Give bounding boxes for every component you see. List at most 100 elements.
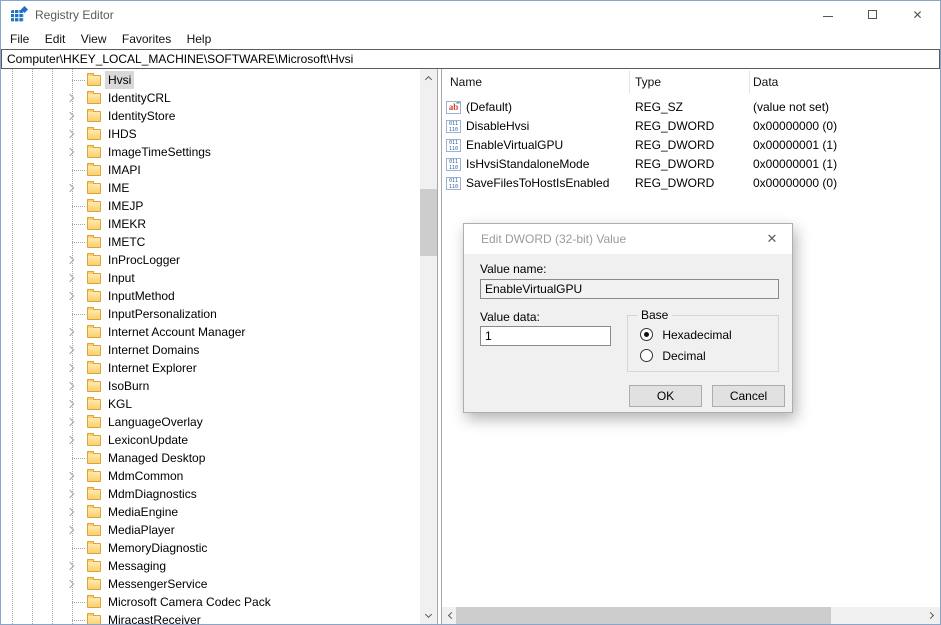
scroll-up-button[interactable] [420,69,437,86]
tree-item[interactable]: Messaging [1,557,420,575]
expand-chevron-icon[interactable] [66,490,74,498]
tree-item-label: MdmCommon [105,467,186,485]
dword-value-icon: 011110 [446,120,461,133]
expand-chevron-icon[interactable] [66,472,74,480]
expand-chevron-icon[interactable] [66,130,74,138]
column-header-type[interactable]: Type [635,69,661,95]
value-name-input[interactable]: EnableVirtualGPU [480,279,779,299]
ok-button[interactable]: OK [629,385,702,407]
tree-connector-line [72,170,85,171]
expand-chevron-icon[interactable] [66,274,74,282]
tree-item[interactable]: IHDS [1,125,420,143]
tree-item[interactable]: IMEKR [1,215,420,233]
expand-chevron-icon[interactable] [66,328,74,336]
tree-item[interactable]: IdentityStore [1,107,420,125]
tree-item[interactable]: MdmCommon [1,467,420,485]
tree-item[interactable]: MessengerService [1,575,420,593]
menu-item-view[interactable]: View [75,29,113,49]
tree-item[interactable]: Microsoft Camera Codec Pack [1,593,420,611]
tree-item[interactable]: ImageTimeSettings [1,143,420,161]
column-separator[interactable] [749,71,750,93]
expand-chevron-icon[interactable] [66,562,74,570]
tree-item[interactable]: Internet Domains [1,341,420,359]
tree-item[interactable]: MdmDiagnostics [1,485,420,503]
tree-item[interactable]: IMETC [1,233,420,251]
close-button[interactable]: ✕ [895,1,940,29]
value-row[interactable]: 011110EnableVirtualGPUREG_DWORD0x0000000… [442,136,940,155]
folder-icon [87,435,101,446]
tree-item[interactable]: MediaEngine [1,503,420,521]
value-row[interactable]: ab(Default)REG_SZ(value not set) [442,98,940,117]
tree-item[interactable]: InputMethod [1,287,420,305]
dialog-close-button[interactable]: ✕ [752,224,792,254]
tree-item[interactable]: IME [1,179,420,197]
tree-item[interactable]: Managed Desktop [1,449,420,467]
tree-item-label: Internet Explorer [105,359,200,377]
tree-item[interactable]: MediaPlayer [1,521,420,539]
tree-item-label: LanguageOverlay [105,413,206,431]
tree-item[interactable]: IMEJP [1,197,420,215]
tree-item[interactable]: Internet Explorer [1,359,420,377]
expand-chevron-icon[interactable] [66,346,74,354]
cancel-button[interactable]: Cancel [712,385,785,407]
expand-chevron-icon[interactable] [66,292,74,300]
tree-item[interactable]: Hvsi [1,71,420,89]
radio-hexadecimal[interactable]: Hexadecimal [640,327,732,341]
tree-item[interactable]: IsoBurn [1,377,420,395]
expand-chevron-icon[interactable] [66,148,74,156]
tree-vertical-scrollbar[interactable] [420,69,437,624]
tree-item-label: IMEKR [105,215,149,233]
tree-item[interactable]: LexiconUpdate [1,431,420,449]
expand-chevron-icon[interactable] [66,508,74,516]
tree-item[interactable]: InProcLogger [1,251,420,269]
column-separator[interactable] [629,71,630,93]
expand-chevron-icon[interactable] [66,94,74,102]
menu-item-edit[interactable]: Edit [39,29,72,49]
value-row[interactable]: 011110DisableHvsiREG_DWORD0x00000000 (0) [442,117,940,136]
tree-item[interactable]: LanguageOverlay [1,413,420,431]
value-data: 0x00000000 (0) [753,117,837,136]
tree-item[interactable]: MemoryDiagnostic [1,539,420,557]
tree-item[interactable]: Internet Account Manager [1,323,420,341]
tree-connector-line [72,548,85,549]
minimize-button[interactable] [805,1,850,29]
tree-item[interactable]: InputPersonalization [1,305,420,323]
tree-item[interactable]: IdentityCRL [1,89,420,107]
column-header-name[interactable]: Name [450,69,482,95]
column-header-data[interactable]: Data [753,69,778,95]
value-data-input[interactable]: 1 [480,326,611,346]
values-horizontal-scrollbar[interactable] [442,607,940,624]
expand-chevron-icon[interactable] [66,382,74,390]
folder-icon [87,273,101,284]
expand-chevron-icon[interactable] [66,526,74,534]
scroll-down-button[interactable] [420,607,437,624]
tree-item[interactable]: Input [1,269,420,287]
menu-item-file[interactable]: File [4,29,35,49]
window-title: Registry Editor [35,1,114,29]
expand-chevron-icon[interactable] [66,184,74,192]
scroll-right-button[interactable] [923,607,940,624]
tree-item[interactable]: MiracastReceiver [1,611,420,624]
tree-connector-line [72,242,85,243]
values-scrollbar-thumb[interactable] [456,607,831,624]
expand-chevron-icon[interactable] [66,418,74,426]
tree-item[interactable]: IMAPI [1,161,420,179]
address-bar[interactable]: Computer\HKEY_LOCAL_MACHINE\SOFTWARE\Mic… [1,49,940,69]
expand-chevron-icon[interactable] [66,400,74,408]
value-row[interactable]: 011110IsHvsiStandaloneModeREG_DWORD0x000… [442,155,940,174]
expand-chevron-icon[interactable] [66,256,74,264]
folder-icon [87,237,101,248]
radio-decimal[interactable]: Decimal [640,348,706,362]
maximize-button[interactable] [850,1,895,29]
expand-chevron-icon[interactable] [66,364,74,372]
tree-connector-line [72,620,85,621]
menu-item-favorites[interactable]: Favorites [116,29,177,49]
tree-scrollbar-thumb[interactable] [420,189,437,256]
value-row[interactable]: 011110SaveFilesToHostIsEnabledREG_DWORD0… [442,174,940,193]
expand-chevron-icon[interactable] [66,112,74,120]
expand-chevron-icon[interactable] [66,580,74,588]
tree-item[interactable]: KGL [1,395,420,413]
menu-item-help[interactable]: Help [181,29,218,49]
expand-chevron-icon[interactable] [66,436,74,444]
tree-item-label: Internet Domains [105,341,202,359]
